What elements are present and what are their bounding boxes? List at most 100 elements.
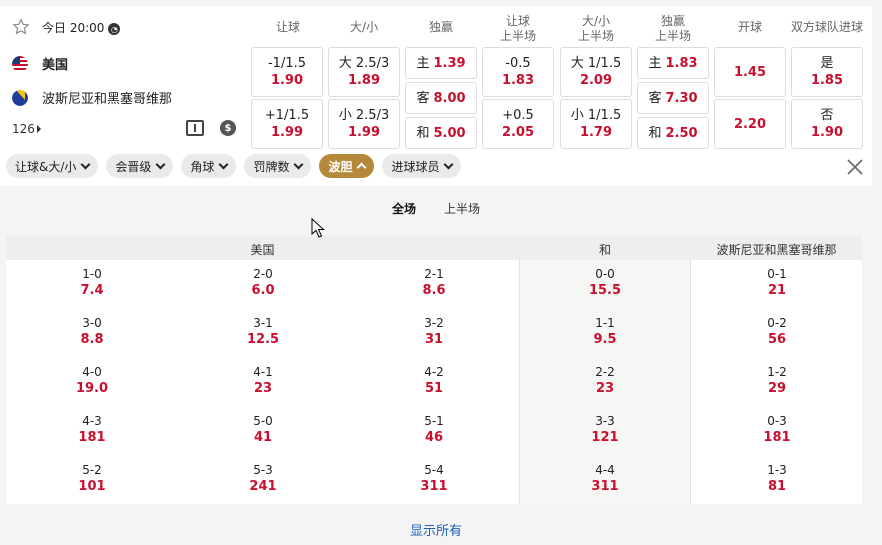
score-cell[interactable]: 3-1 12.5	[177, 315, 349, 348]
score-cell[interactable]: 2-1 8.6	[348, 266, 520, 299]
score-label: 1-3	[767, 463, 787, 477]
score-cell[interactable]: 3-3 121	[519, 413, 691, 446]
score-label: 4-0	[82, 365, 102, 379]
score-label: 4-1	[253, 365, 273, 379]
score-cell[interactable]: 4-2 51	[348, 364, 520, 397]
odds-value: 1.90	[810, 125, 844, 140]
odds-btts-no[interactable]: 否 1.90	[791, 99, 863, 149]
score-cell[interactable]: 0-3 181	[691, 413, 863, 446]
score-cell[interactable]: 5-0 41	[177, 413, 349, 446]
score-cell[interactable]: 1-0 7.4	[6, 266, 178, 299]
filter-cards[interactable]: 罚牌数	[244, 154, 312, 178]
odds-ou-over[interactable]: 大 2.5/3 1.89	[328, 47, 400, 97]
odds-value: 2.05	[501, 125, 535, 140]
col-head-hcap: 让球	[275, 20, 300, 34]
odds-value: 1.89	[347, 73, 381, 88]
odds-h1-ou-under[interactable]: 小 1/1.5 1.79	[560, 99, 632, 149]
star-icon[interactable]	[12, 18, 30, 36]
odds-label: 小 1/1.5	[570, 108, 622, 123]
score-cell[interactable]: 5-3 241	[177, 462, 349, 495]
chevron-down-icon	[155, 159, 166, 169]
field-icon[interactable]	[186, 120, 204, 136]
score-odd: 121	[591, 430, 619, 445]
more-markets-link[interactable]: 126	[12, 122, 41, 136]
odds-h1-ou-over[interactable]: 大 1/1.5 2.09	[560, 47, 632, 97]
odds-value: 1.90	[270, 73, 304, 88]
score-odd: 8.6	[422, 283, 446, 298]
filter-corners[interactable]: 角球	[181, 154, 237, 178]
score-label: 4-3	[82, 414, 102, 428]
score-cell[interactable]: 1-2 29	[691, 364, 863, 397]
odds-h1-ml-home[interactable]: 主 1.83	[637, 47, 709, 79]
score-cell[interactable]: 3-0 8.8	[6, 315, 178, 348]
col-head-h1-ou: 大/小 上半场	[577, 14, 614, 43]
odds-label: 和	[648, 125, 662, 141]
odds-hcap-away[interactable]: +1/1.5 1.99	[251, 99, 323, 149]
match-time: 今日 20:00	[42, 20, 105, 35]
score-odd: 9.5	[593, 332, 617, 347]
odds-ml-draw[interactable]: 和 5.00	[405, 117, 477, 149]
score-cell[interactable]: 1-3 81	[691, 462, 863, 495]
score-cell[interactable]: 0-2 56	[691, 315, 863, 348]
filter-correct-score[interactable]: 波胆	[319, 154, 375, 178]
odds-h1-ml-away[interactable]: 客 7.30	[637, 82, 709, 114]
score-label: 1-1	[595, 316, 615, 330]
correct-score-table: 美国 和 波斯尼亚和黑塞哥维那 1-0 7.4 3-0 8.8 4-0 19.0 4-3 18…	[6, 236, 862, 504]
score-odd: 51	[424, 381, 444, 396]
filter-hcap-ou[interactable]: 让球&大/小	[6, 154, 99, 178]
odds-value: 1.83	[665, 55, 698, 71]
score-label: 1-2	[767, 365, 787, 379]
coin-icon[interactable]: $	[220, 120, 236, 136]
score-cell[interactable]: 5-1 46	[348, 413, 520, 446]
score-cell[interactable]: 4-0 19.0	[6, 364, 178, 397]
chevron-down-icon	[218, 159, 229, 169]
score-cell[interactable]: 5-2 101	[6, 462, 178, 495]
market-filters: 让球&大/小 会晋级 角球 罚牌数 波胆 进球球员	[6, 154, 462, 178]
score-cell[interactable]: 1-1 9.5	[519, 315, 691, 348]
score-cell[interactable]: 2-2 23	[519, 364, 691, 397]
score-cell[interactable]: 2-0 6.0	[177, 266, 349, 299]
score-cell[interactable]: 4-3 181	[6, 413, 178, 446]
odds-hcap-home[interactable]: -1/1.5 1.90	[251, 47, 323, 97]
score-cell[interactable]: 3-2 31	[348, 315, 520, 348]
score-label: 5-3	[253, 463, 273, 477]
score-odd: 56	[767, 332, 787, 347]
score-label: 0-2	[767, 316, 787, 330]
odds-h1-hcap-home[interactable]: -0.5 1.83	[482, 47, 554, 97]
odds-value: 5.00	[433, 125, 466, 141]
show-all-link[interactable]: 显示所有	[0, 520, 872, 539]
filter-to-qualify[interactable]: 会晋级	[106, 154, 174, 178]
odds-h1-ml-draw[interactable]: 和 2.50	[637, 117, 709, 149]
away-team[interactable]: 波斯尼亚和黑塞哥维那	[12, 88, 172, 107]
odds-btts-yes[interactable]: 是 1.85	[791, 47, 863, 97]
score-cell[interactable]: 0-0 15.5	[519, 266, 691, 299]
score-odd: 46	[424, 430, 444, 445]
odds-ml-home[interactable]: 主 1.39	[405, 47, 477, 79]
filter-goalscorer[interactable]: 进球球员	[382, 154, 462, 178]
odds-kickoff-1[interactable]: 1.45	[714, 47, 786, 97]
score-odd: 41	[253, 430, 273, 445]
tab-first-half[interactable]: 上半场	[444, 200, 480, 217]
score-label: 5-2	[82, 463, 102, 477]
odds-kickoff-2[interactable]: 2.20	[714, 99, 786, 149]
score-label: 0-3	[767, 414, 787, 428]
chevron-down-icon	[80, 159, 91, 169]
score-cell[interactable]: 4-4 311	[519, 462, 691, 495]
col-head-kickoff: 开球	[737, 20, 762, 34]
odds-ml-away[interactable]: 客 8.00	[405, 82, 477, 114]
odds-h1-hcap-away[interactable]: +0.5 2.05	[482, 99, 554, 149]
tab-full-time[interactable]: 全场	[392, 200, 416, 217]
odds-label: -0.5	[505, 56, 531, 71]
score-label: 5-4	[424, 463, 444, 477]
header-home: 美国	[250, 243, 275, 257]
score-odd: 23	[595, 381, 615, 396]
score-odd: 311	[591, 479, 619, 494]
score-cell[interactable]: 0-1 21	[691, 266, 863, 299]
score-cell[interactable]: 5-4 311	[348, 462, 520, 495]
odds-value: 1.39	[433, 55, 466, 71]
filter-label: 会晋级	[115, 159, 152, 174]
score-cell[interactable]: 4-1 23	[177, 364, 349, 397]
close-icon[interactable]	[845, 157, 865, 177]
odds-ou-under[interactable]: 小 2.5/3 1.99	[328, 99, 400, 149]
home-team[interactable]: 美国	[12, 54, 68, 73]
